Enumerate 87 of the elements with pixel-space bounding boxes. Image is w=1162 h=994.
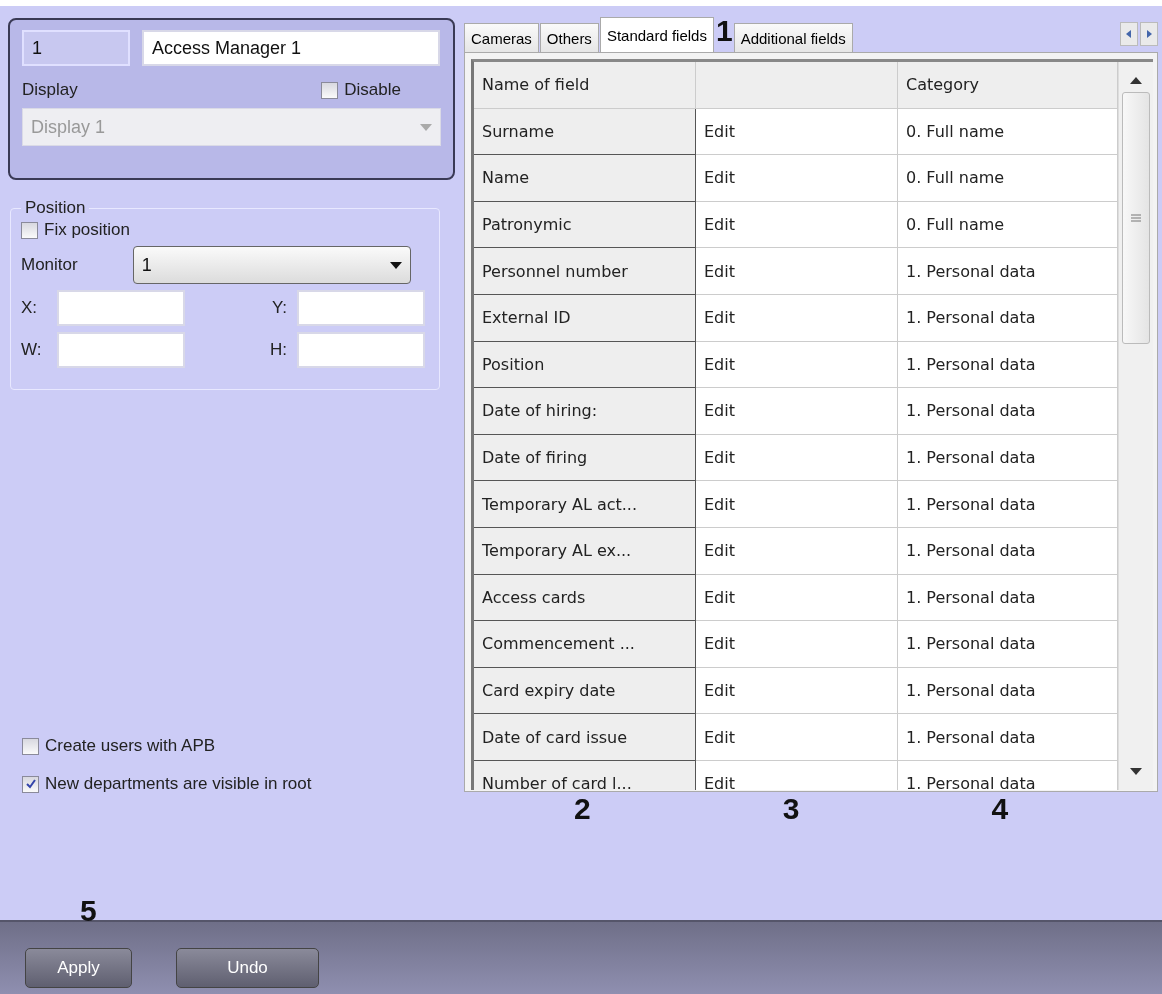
checkbox[interactable] bbox=[22, 737, 39, 755]
display-label: Display bbox=[22, 80, 78, 100]
id-field[interactable]: 1 bbox=[22, 30, 130, 66]
coordinate-field[interactable] bbox=[297, 332, 425, 368]
coordinate-label: Y: bbox=[271, 298, 288, 318]
apply-button[interactable]: Apply bbox=[25, 948, 132, 988]
checkbox[interactable] bbox=[21, 221, 38, 239]
field-name-cell: Card expiry date bbox=[474, 667, 696, 715]
field-name-cell: Date of firing bbox=[474, 434, 696, 482]
editor-cell: Edit bbox=[696, 621, 898, 668]
column-header: Name of field bbox=[474, 62, 696, 109]
tab[interactable]: Standard fields bbox=[599, 17, 714, 52]
callout-number: 3 bbox=[782, 792, 800, 826]
field-name-cell: Temporary AL act... bbox=[474, 481, 696, 528]
field-name-cell: Temporary AL ex... bbox=[474, 527, 696, 575]
undo-button[interactable]: Undo bbox=[176, 948, 319, 988]
category-cell: 0. Full name bbox=[898, 108, 1118, 156]
editor-cell: Edit bbox=[696, 388, 898, 435]
coordinate-field[interactable] bbox=[57, 290, 185, 326]
option-label: New departments are visible in root bbox=[45, 774, 312, 794]
callout-number: 1 bbox=[715, 16, 733, 46]
scrollbar[interactable] bbox=[1118, 62, 1153, 790]
category-cell: 1. Personal data bbox=[898, 434, 1118, 482]
dropdown-arrow-icon bbox=[389, 261, 402, 269]
category-cell: 1. Personal data bbox=[898, 481, 1118, 528]
editor-cell: Edit bbox=[696, 108, 898, 156]
fix-position-label: Fix position bbox=[44, 220, 130, 240]
coordinate-field[interactable] bbox=[297, 290, 425, 326]
editor-cell: Edit bbox=[696, 201, 898, 249]
field-name-cell: Date of hiring: bbox=[474, 388, 696, 435]
coordinate-field[interactable] bbox=[57, 332, 185, 368]
category-cell: 0. Full name bbox=[898, 155, 1118, 202]
callout-number: 4 bbox=[991, 792, 1009, 826]
scroll-up-icon[interactable] bbox=[1130, 76, 1142, 84]
scroll-down-icon[interactable] bbox=[1130, 768, 1142, 776]
field-name-cell: Position bbox=[474, 341, 696, 389]
category-cell: 1. Personal data bbox=[898, 527, 1118, 575]
category-cell: 0. Full name bbox=[898, 201, 1118, 249]
disable-label: Disable bbox=[344, 80, 401, 100]
field-name-cell: Date of card issue bbox=[474, 714, 696, 761]
editor-cell: Edit bbox=[696, 667, 898, 715]
editor-cell: Edit bbox=[696, 434, 898, 482]
editor-cell: Edit bbox=[696, 155, 898, 202]
editor-cell: Edit bbox=[696, 341, 898, 389]
category-cell: 1. Personal data bbox=[898, 248, 1118, 295]
editor-cell: Edit bbox=[696, 294, 898, 342]
editor-cell: Edit bbox=[696, 527, 898, 575]
tab[interactable]: Additional fields bbox=[733, 23, 853, 52]
coordinate-label: H: bbox=[270, 340, 288, 360]
editor-cell: Edit bbox=[696, 481, 898, 528]
category-cell: 1. Personal data bbox=[898, 294, 1118, 342]
tab[interactable]: Others bbox=[539, 23, 599, 52]
field-name-cell: Number of card l... bbox=[474, 760, 696, 790]
category-cell: 1. Personal data bbox=[898, 388, 1118, 435]
monitor-label: Monitor bbox=[21, 255, 78, 275]
option-label: Create users with APB bbox=[45, 736, 216, 756]
tab[interactable]: Cameras bbox=[464, 23, 539, 52]
callout-number: 2 bbox=[574, 792, 591, 826]
field-name-cell: Patronymic bbox=[474, 201, 696, 249]
checkbox[interactable] bbox=[22, 775, 39, 793]
editor-cell: Edit bbox=[696, 714, 898, 761]
field-name-cell: Commencement ... bbox=[474, 621, 696, 668]
scroll-right-icon[interactable] bbox=[1140, 22, 1158, 46]
callout-number: 5 bbox=[80, 894, 97, 928]
column-header: Category bbox=[898, 62, 1118, 109]
checkbox[interactable] bbox=[321, 81, 339, 99]
checkmark-icon bbox=[24, 778, 37, 790]
field-name-cell: Surname bbox=[474, 108, 696, 156]
grip-icon bbox=[1131, 214, 1141, 222]
coordinate-label: X: bbox=[21, 298, 38, 318]
editor-cell: Edit bbox=[696, 574, 898, 622]
category-cell: 1. Personal data bbox=[898, 621, 1118, 668]
field-name-cell: Name bbox=[474, 155, 696, 202]
category-cell: 1. Personal data bbox=[898, 341, 1118, 389]
category-cell: 1. Personal data bbox=[898, 667, 1118, 715]
scroll-left-icon[interactable] bbox=[1120, 22, 1138, 46]
dropdown-arrow-icon bbox=[420, 123, 432, 131]
category-cell: 1. Personal data bbox=[898, 574, 1118, 622]
category-cell: 1. Personal data bbox=[898, 714, 1118, 761]
name-field[interactable]: Access Manager 1 bbox=[142, 30, 440, 66]
position-title: Position bbox=[24, 198, 87, 218]
field-name-cell: Access cards bbox=[474, 574, 696, 622]
field-name-cell: External ID bbox=[474, 294, 696, 342]
monitor-dropdown[interactable]: 1 bbox=[132, 246, 411, 284]
coordinate-label: W: bbox=[21, 340, 42, 360]
editor-cell: Edit bbox=[696, 248, 898, 295]
field-name-cell: Personnel number bbox=[474, 248, 696, 295]
